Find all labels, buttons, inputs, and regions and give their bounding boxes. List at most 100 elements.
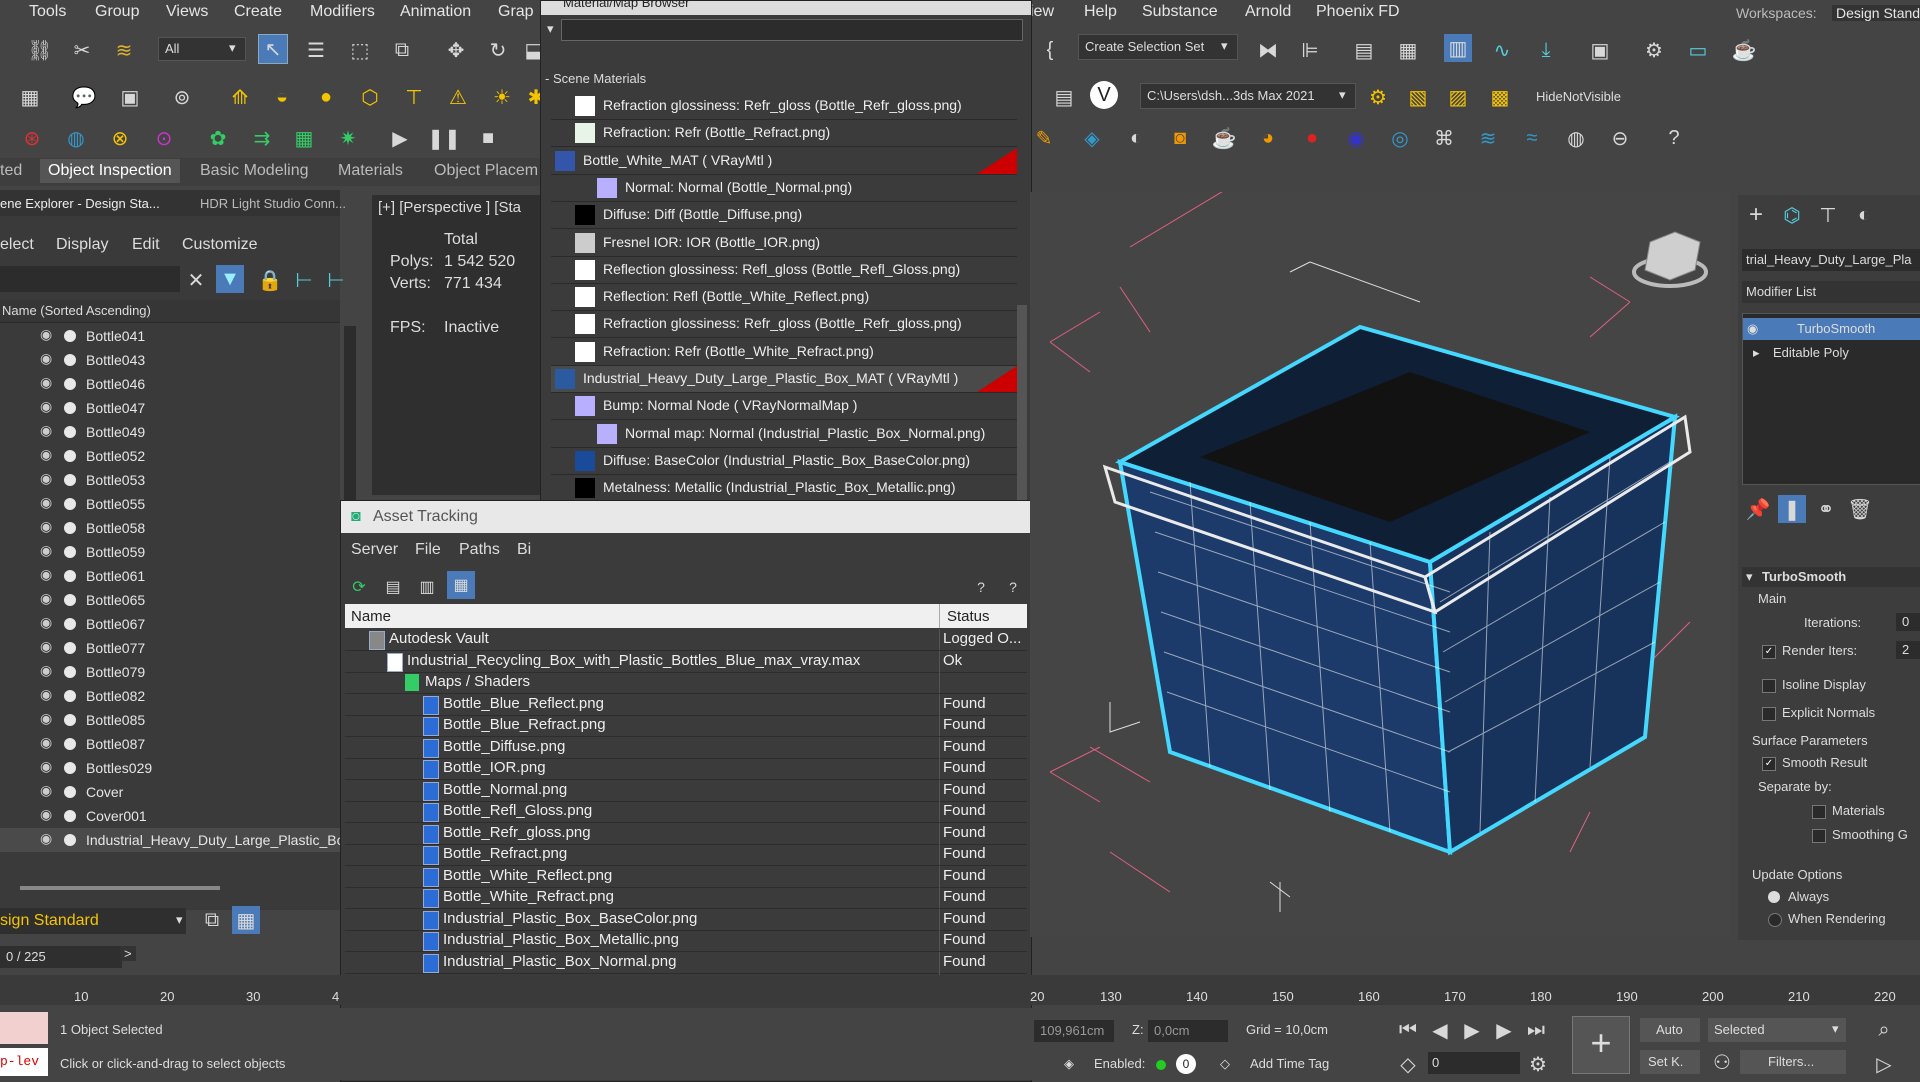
material-list-item[interactable]: Refraction: Refr (Bottle_Refract.png)	[551, 120, 1017, 148]
menu-substance[interactable]: Substance	[1142, 3, 1218, 21]
list-item[interactable]: ◉ Bottle049	[0, 420, 340, 444]
grid-icon[interactable]: ▦	[290, 124, 318, 152]
object-dot-icon[interactable]	[64, 450, 76, 462]
motion-tab-icon[interactable]: ◐	[1850, 201, 1878, 229]
table-row[interactable]: Bottle_IOR.png Found	[345, 758, 1027, 780]
object-dot-icon[interactable]	[64, 666, 76, 678]
eye-icon[interactable]: ◉	[40, 446, 52, 463]
stop-icon[interactable]: ■	[474, 124, 502, 152]
next-frame-icon[interactable]: >	[120, 946, 136, 961]
enabled-toggle[interactable]: 0	[1176, 1054, 1196, 1074]
maxscript-mini-listener[interactable]: p-lev	[0, 1048, 48, 1076]
maxscript-listener[interactable]	[0, 1012, 48, 1044]
asset-menu-bitmap[interactable]: Bi	[517, 541, 531, 559]
time-config-icon[interactable]: ⚙	[1524, 1050, 1552, 1078]
menu-display[interactable]: Display	[56, 236, 108, 254]
set-key-button[interactable]: Set K.	[1640, 1050, 1700, 1074]
geosphere-icon[interactable]: ⬡	[356, 83, 384, 111]
material-list-item[interactable]: Metalness: Metallic (Industrial_Plastic_…	[551, 475, 1017, 503]
render-icon[interactable]: ☕	[1730, 36, 1758, 64]
asset-tracking-titlebar[interactable]: ◙ Asset Tracking	[341, 501, 1031, 533]
project-path-dropdown[interactable]: C:\Users\dsh...3ds Max 2021 ▾	[1140, 83, 1356, 109]
selected-dropdown[interactable]: Selected ▾	[1708, 1018, 1846, 1042]
layer-explorer-icon[interactable]: ▤	[1350, 36, 1378, 64]
align-icon[interactable]: ⊫	[1296, 36, 1324, 64]
table-row[interactable]: Bottle_Blue_Reflect.png Found	[345, 693, 1027, 716]
eye-icon[interactable]: ◉	[40, 686, 52, 703]
eye-icon[interactable]: ◉	[1747, 321, 1758, 337]
water-icon[interactable]: ◍	[62, 124, 90, 152]
list-item[interactable]: ◉ Bottle046	[0, 372, 340, 396]
show-end-result-icon[interactable]: ❚	[1778, 495, 1806, 523]
table-row[interactable]: Industrial_Plastic_Box_BaseColor.png Foun…	[345, 908, 1027, 931]
material-list-item[interactable]: Reflection glossiness: Refl_gloss (Bottl…	[551, 257, 1017, 284]
materials-checkbox[interactable]	[1812, 805, 1826, 819]
hierarchy-tab-icon[interactable]: ⊤	[1814, 201, 1842, 229]
eye-icon[interactable]: ◉	[40, 494, 52, 511]
tab-object-placement[interactable]: Object Placem	[434, 162, 538, 180]
perspective-viewport[interactable]	[1030, 186, 1730, 937]
material-search-input[interactable]	[561, 19, 1023, 41]
object-dot-icon[interactable]	[64, 570, 76, 582]
phoenix-icon[interactable]: ⊗	[106, 124, 134, 152]
filter-icon[interactable]: ▼	[216, 265, 244, 293]
modify-tab-icon[interactable]: ⌬	[1778, 201, 1806, 229]
rotate-icon[interactable]: ↻	[484, 36, 512, 64]
batch-icon[interactable]: ▣	[116, 83, 144, 111]
object-dot-icon[interactable]	[64, 834, 76, 846]
table-row[interactable]: Autodesk Vault Logged O...	[345, 629, 1027, 651]
foam-icon[interactable]: ◉	[1342, 124, 1370, 152]
eye-icon[interactable]: ◉	[40, 398, 52, 415]
object-dot-icon[interactable]	[64, 714, 76, 726]
object-props-icon[interactable]: ▤	[1050, 83, 1078, 111]
select-object-icon[interactable]: ↖	[258, 34, 288, 64]
material-list-item[interactable]: Fresnel IOR: IOR (Bottle_IOR.png)	[551, 230, 1017, 257]
object-dot-icon[interactable]	[64, 330, 76, 342]
menu-view[interactable]: iew	[1030, 3, 1054, 21]
object-dot-icon[interactable]	[64, 594, 76, 606]
modifier-list-dropdown[interactable]: Modifier List	[1742, 281, 1920, 303]
tab-basic-modeling[interactable]: Basic Modeling	[200, 162, 309, 180]
list-item[interactable]: ◉ Bottles029	[0, 756, 340, 780]
eye-icon[interactable]: ◉	[40, 470, 52, 487]
object-dot-icon[interactable]	[64, 762, 76, 774]
eye-icon[interactable]: ◉	[40, 350, 52, 367]
list-item[interactable]: ◉ Bottle059	[0, 540, 340, 564]
list-item[interactable]: ◉ Bottle041	[0, 324, 340, 348]
link-icon[interactable]: ⛓	[26, 36, 54, 64]
list-item[interactable]: ◉ Bottle053	[0, 468, 340, 492]
table-view-icon[interactable]: ▦	[447, 571, 475, 599]
workspace-dropdown[interactable]: Design Standa	[1832, 5, 1920, 21]
list-item[interactable]: ◉ Bottle085	[0, 708, 340, 732]
list-item[interactable]: ◉ Bottle087	[0, 732, 340, 756]
eye-icon[interactable]: ◉	[40, 590, 52, 607]
help-context-icon[interactable]: ?	[999, 573, 1027, 601]
layers-select-icon[interactable]: ▩	[1486, 83, 1514, 111]
curve-editor-icon[interactable]: ∿	[1488, 36, 1516, 64]
turbosmooth-rollout[interactable]: ▾ TurboSmooth	[1742, 567, 1920, 587]
particle-icon[interactable]: ✿	[204, 124, 232, 152]
table-row[interactable]: Bottle_White_Reflect.png Found	[345, 865, 1027, 888]
eye-icon[interactable]: ◉	[40, 422, 52, 439]
object-dot-icon[interactable]	[64, 378, 76, 390]
list-item[interactable]: ◉ Bottle065	[0, 588, 340, 612]
eye-icon[interactable]: ◉	[40, 806, 52, 823]
eye-icon[interactable]: ◉	[40, 830, 52, 847]
layers-add-icon[interactable]: ▧	[1404, 83, 1432, 111]
coffee-icon[interactable]: ☕	[1210, 124, 1238, 152]
help-icon[interactable]: ?	[1660, 124, 1688, 152]
tab-hdr-light-studio[interactable]: HDR Light Studio Conn...	[200, 196, 346, 211]
list-item[interactable]: ◉ Bottle061	[0, 564, 340, 588]
object-dot-icon[interactable]	[64, 738, 76, 750]
rect-selection-icon[interactable]: ⬚	[346, 36, 374, 64]
pin-stack-icon[interactable]: 📌	[1744, 495, 1772, 523]
eye-icon[interactable]: ◉	[40, 638, 52, 655]
material-list-item[interactable]: Diffuse: Diff (Bottle_Diffuse.png)	[551, 202, 1017, 230]
eye-icon[interactable]: ◉	[40, 734, 52, 751]
scene-explorer-toggle-icon[interactable]: ▦	[232, 906, 260, 934]
eye-icon[interactable]: ◉	[40, 566, 52, 583]
source-icon[interactable]: ●	[1298, 124, 1326, 152]
iterations-spinner[interactable]: 0	[1896, 613, 1920, 631]
play-animation-icon[interactable]: ▶	[1458, 1016, 1486, 1044]
object-dot-icon[interactable]	[64, 642, 76, 654]
